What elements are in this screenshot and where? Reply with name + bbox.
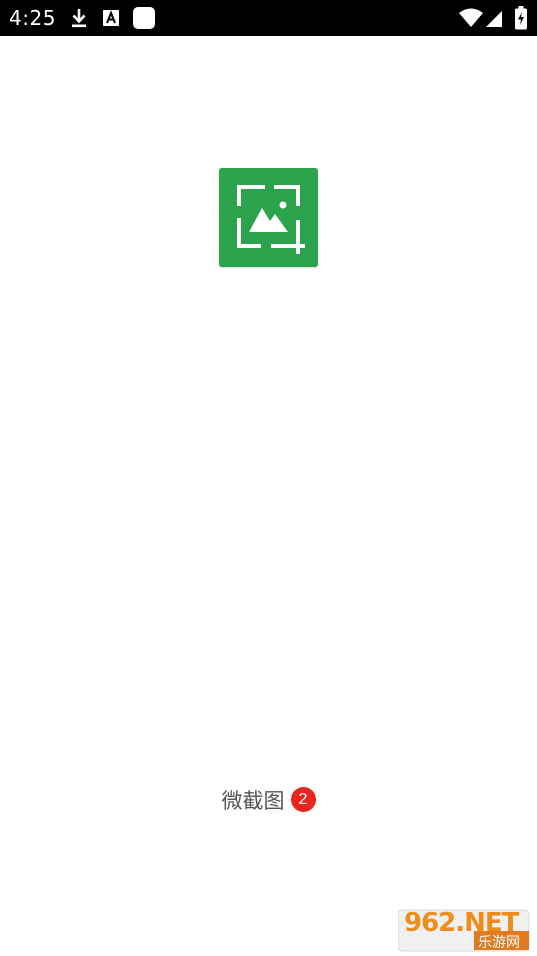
site-watermark: 962.NET 乐游网 xyxy=(398,908,531,952)
app-name: 微截图 xyxy=(221,789,285,813)
app-logo-icon xyxy=(219,168,318,267)
status-time: 4:25 xyxy=(9,6,56,30)
version-badge: 2 xyxy=(290,786,316,812)
screenshot-crop-image-icon xyxy=(237,185,305,254)
font-a-icon xyxy=(100,0,122,36)
battery-icon xyxy=(512,0,530,36)
wifi-icon xyxy=(458,0,484,36)
status-bar: 4:25 xyxy=(0,0,537,36)
app-notification-icon xyxy=(131,0,157,36)
download-icon xyxy=(68,0,90,36)
cellular-signal-icon xyxy=(484,0,504,36)
watermark-sub-text: 乐游网 xyxy=(478,935,520,951)
app-name-row: 微截图 2 xyxy=(0,786,537,816)
